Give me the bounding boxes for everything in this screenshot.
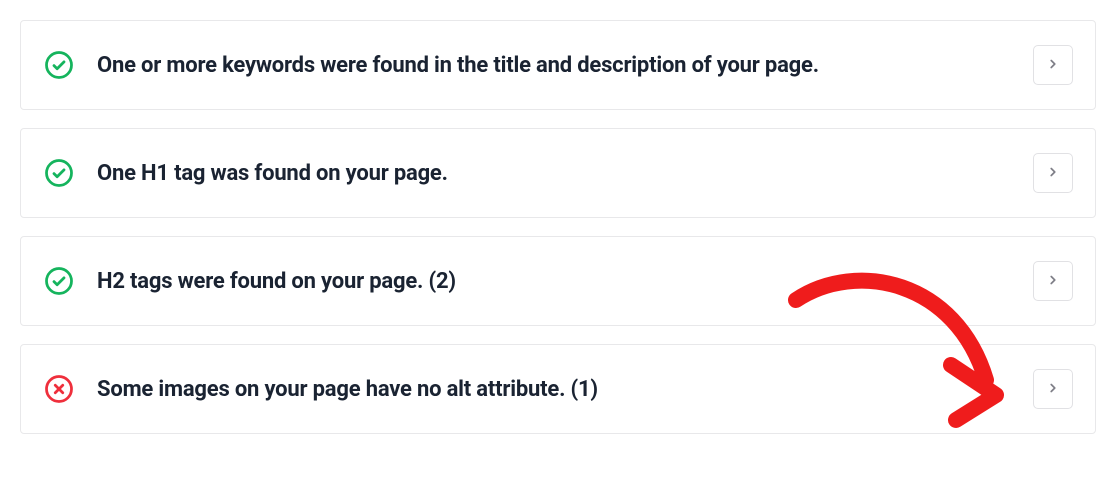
x-circle-icon (43, 373, 75, 405)
seo-audit-list: One or more keywords were found in the t… (20, 20, 1096, 434)
chevron-right-icon (1046, 165, 1060, 182)
audit-message: H2 tags were found on your page. (2) (97, 269, 1033, 294)
chevron-right-icon (1046, 273, 1060, 290)
audit-message: One H1 tag was found on your page. (97, 161, 1033, 186)
audit-message: Some images on your page have no alt att… (97, 377, 1033, 402)
expand-button[interactable] (1033, 369, 1073, 409)
check-circle-icon (43, 265, 75, 297)
chevron-right-icon (1046, 381, 1060, 398)
audit-item: One or more keywords were found in the t… (20, 20, 1096, 110)
expand-button[interactable] (1033, 261, 1073, 301)
check-circle-icon (43, 157, 75, 189)
expand-button[interactable] (1033, 45, 1073, 85)
audit-item: One H1 tag was found on your page. (20, 128, 1096, 218)
audit-message: One or more keywords were found in the t… (97, 53, 1033, 78)
chevron-right-icon (1046, 57, 1060, 74)
expand-button[interactable] (1033, 153, 1073, 193)
audit-item: Some images on your page have no alt att… (20, 344, 1096, 434)
audit-item: H2 tags were found on your page. (2) (20, 236, 1096, 326)
check-circle-icon (43, 49, 75, 81)
